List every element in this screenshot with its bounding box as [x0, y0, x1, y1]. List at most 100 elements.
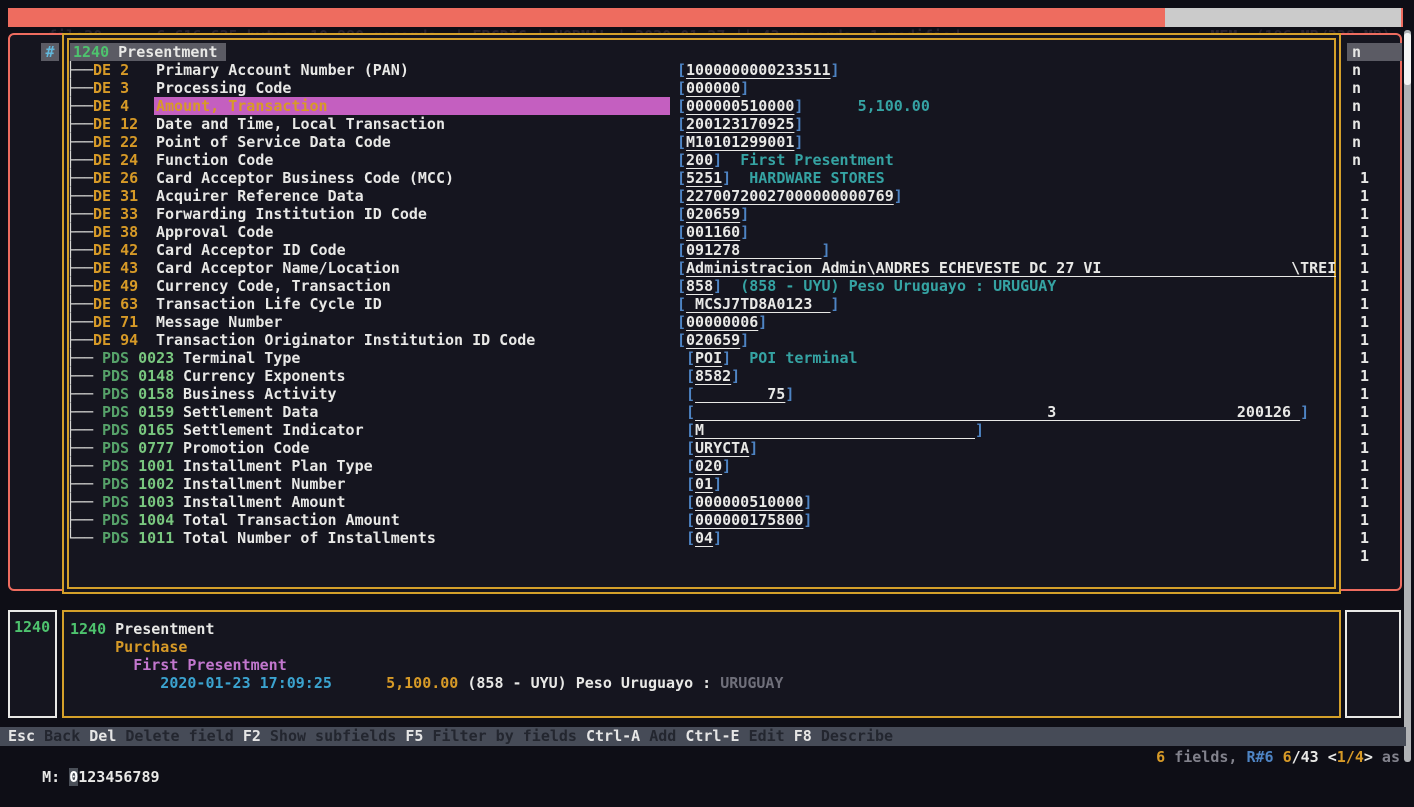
field-value-wrap[interactable]: [ 3 200126 ] [686, 403, 1336, 421]
detail-line: 2020-01-23 17:09:25 5,100.00 (858 - UYU)… [70, 674, 783, 692]
field-row-pds-1002[interactable]: ├──PDS 1002Installment Number[01] [0, 475, 1414, 493]
status-item-f8[interactable]: F8 Describe [794, 727, 902, 745]
status-item-ctrl-e[interactable]: Ctrl-E Edit [685, 727, 793, 745]
field-value-wrap[interactable]: [001160] [677, 223, 1336, 241]
field-value[interactable]: 000000510000 [695, 493, 803, 511]
status-item-esc[interactable]: Esc Back [8, 727, 89, 745]
status-item-f2[interactable]: F2 Show subfields [243, 727, 406, 745]
field-value[interactable]: 1000000000233511 [686, 61, 831, 79]
field-row-de-63[interactable]: ├──DE 63Transaction Life Cycle ID[ MCSJ7… [0, 295, 1414, 313]
field-value[interactable]: 3 200126 [695, 403, 1300, 421]
field-value-wrap[interactable]: [ 75] [686, 385, 1336, 403]
field-value[interactable]: 5251 [686, 169, 722, 187]
field-row-de-42[interactable]: ├──DE 42Card Acceptor ID Code[091278 ] [0, 241, 1414, 259]
field-value[interactable]: M [695, 421, 975, 439]
field-value[interactable]: 01 [695, 475, 713, 493]
field-value[interactable]: 75 [695, 385, 785, 403]
detail-segment: 2020-01-23 17:09:25 [70, 674, 332, 692]
field-row-pds-0023[interactable]: ├──PDS 0023Terminal Type[POI] POI termin… [0, 349, 1414, 367]
field-value-wrap[interactable]: [M10101299001] [677, 133, 1336, 151]
field-row-de-33[interactable]: ├──DE 33Forwarding Institution ID Code[0… [0, 205, 1414, 223]
field-row-pds-1003[interactable]: ├──PDS 1003Installment Amount[0000005100… [0, 493, 1414, 511]
field-value[interactable]: 091278 [686, 241, 821, 259]
field-row-de-12[interactable]: ├──DE 12Date and Time, Local Transaction… [0, 115, 1414, 133]
field-value-wrap[interactable]: [000000510000] [686, 493, 1336, 511]
field-tag: PDS 0777 [102, 439, 174, 457]
field-value[interactable]: 04 [695, 529, 713, 547]
field-value-wrap[interactable]: [200] First Presentment [677, 151, 1336, 169]
field-value-wrap[interactable]: [858] (858 - UYU) Peso Uruguayo : URUGUA… [677, 277, 1336, 295]
field-value[interactable]: 000000175800 [695, 511, 803, 529]
field-value[interactable]: 001160 [686, 223, 740, 241]
field-row-de-24[interactable]: ├──DE 24Function Code[200] First Present… [0, 151, 1414, 169]
field-value-wrap[interactable]: [1000000000233511] [677, 61, 1336, 79]
field-row-pds-0158[interactable]: ├──PDS 0158Business Activity[ 75] [0, 385, 1414, 403]
field-row-pds-0165[interactable]: ├──PDS 0165Settlement Indicator[M ] [0, 421, 1414, 439]
field-row-pds-0148[interactable]: ├──PDS 0148Currency Exponents[8582] [0, 367, 1414, 385]
field-row-de-2[interactable]: ├──DE 2Primary Account Number (PAN)[1000… [0, 61, 1414, 79]
field-row-de-43[interactable]: ├──DE 43Card Acceptor Name/Location[Admi… [0, 259, 1414, 277]
field-value[interactable]: 8582 [695, 367, 731, 385]
field-value[interactable]: Administracion Admin\ANDRES ECHEVESTE DC… [686, 259, 1336, 277]
field-value[interactable]: 000000510000 [686, 97, 794, 115]
field-value-wrap[interactable]: [URYCTA] [686, 439, 1336, 457]
field-row-de-71[interactable]: ├──DE 71Message Number[00000006] [0, 313, 1414, 331]
field-row-de-22[interactable]: ├──DE 22Point of Service Data Code[M1010… [0, 133, 1414, 151]
field-value-wrap[interactable]: [ MCSJ7TD8A0123 ] [677, 295, 1336, 313]
field-value[interactable]: 858 [686, 277, 713, 295]
field-row-de-26[interactable]: ├──DE 26Card Acceptor Business Code (MCC… [0, 169, 1414, 187]
field-value[interactable]: 200 [686, 151, 713, 169]
field-row-de-38[interactable]: ├──DE 38Approval Code[001160] [0, 223, 1414, 241]
field-value[interactable]: MCSJ7TD8A0123 [686, 295, 831, 313]
field-value[interactable]: 200123170925 [686, 115, 794, 133]
field-row-de-94[interactable]: ├──DE 94Transaction Originator Instituti… [0, 331, 1414, 349]
field-label: Business Activity [183, 385, 337, 403]
scrollbar[interactable] [1404, 30, 1411, 762]
field-value-wrap[interactable]: [M ] [686, 421, 1336, 439]
field-tag: DE 2 [93, 61, 129, 79]
field-value[interactable]: 00000006 [686, 313, 758, 331]
field-value[interactable]: 000000 [686, 79, 740, 97]
field-value[interactable]: 020659 [686, 331, 740, 349]
status-item-ctrl-a[interactable]: Ctrl-A Add [586, 727, 685, 745]
field-value-wrap[interactable]: [POI] POI terminal [686, 349, 1336, 367]
field-row-pds-1001[interactable]: ├──PDS 1001Installment Plan Type[020] [0, 457, 1414, 475]
field-value-wrap[interactable]: [04] [686, 529, 1336, 547]
field-value-wrap[interactable]: [020659] [677, 205, 1336, 223]
field-value[interactable]: 22700720027000000000769 [686, 187, 894, 205]
field-value[interactable]: 020 [695, 457, 722, 475]
close-bracket: ] [975, 421, 984, 439]
field-row-pds-0159[interactable]: ├──PDS 0159Settlement Data[ 3 200126 ] [0, 403, 1414, 421]
field-value-wrap[interactable]: [000000510000] 5,100.00 [677, 97, 1336, 115]
field-value-wrap[interactable]: [020] [686, 457, 1336, 475]
field-row-de-49[interactable]: ├──DE 49Currency Code, Transaction[858] … [0, 277, 1414, 295]
field-row-de-3[interactable]: ├──DE 3Processing Code[000000] [0, 79, 1414, 97]
field-value[interactable]: M10101299001 [686, 133, 794, 151]
field-value-wrap[interactable]: [Administracion Admin\ANDRES ECHEVESTE D… [677, 259, 1336, 277]
field-value-wrap[interactable]: [020659] [677, 331, 1336, 349]
dialog-title-row[interactable]: #1240 Presentment [0, 43, 1414, 61]
field-value-wrap[interactable]: [091278 ] [677, 241, 1336, 259]
cursor-block: 0 [69, 768, 78, 786]
field-row-pds-0777[interactable]: ├──PDS 0777Promotion Code[URYCTA] [0, 439, 1414, 457]
status-item-del[interactable]: Del Delete field [89, 727, 243, 745]
field-value-wrap[interactable]: [22700720027000000000769] [677, 187, 1336, 205]
field-row-de-4[interactable]: ├──DE 4Amount, Transaction[000000510000]… [0, 97, 1414, 115]
field-value[interactable]: POI [695, 349, 722, 367]
status-item-f5[interactable]: F5 Filter by fields [405, 727, 586, 745]
tree-branch-icon: └── [66, 529, 93, 547]
field-value-wrap[interactable]: [8582] [686, 367, 1336, 385]
field-value-wrap[interactable]: [000000] [677, 79, 1336, 97]
field-value-wrap[interactable]: [5251] HARDWARE STORES [677, 169, 1336, 187]
field-value-wrap[interactable]: [00000006] [677, 313, 1336, 331]
field-tag: DE 31 [93, 187, 138, 205]
field-value-wrap[interactable]: [000000175800] [686, 511, 1336, 529]
field-value-wrap[interactable]: [01] [686, 475, 1336, 493]
field-value[interactable]: URYCTA [695, 439, 749, 457]
scrollbar-thumb[interactable] [1404, 33, 1411, 85]
field-row-pds-1011[interactable]: └──PDS 1011Total Number of Installments[… [0, 529, 1414, 547]
field-value[interactable]: 020659 [686, 205, 740, 223]
field-row-pds-1004[interactable]: ├──PDS 1004Total Transaction Amount[0000… [0, 511, 1414, 529]
field-value-wrap[interactable]: [200123170925] [677, 115, 1336, 133]
field-row-de-31[interactable]: ├──DE 31Acquirer Reference Data[22700720… [0, 187, 1414, 205]
